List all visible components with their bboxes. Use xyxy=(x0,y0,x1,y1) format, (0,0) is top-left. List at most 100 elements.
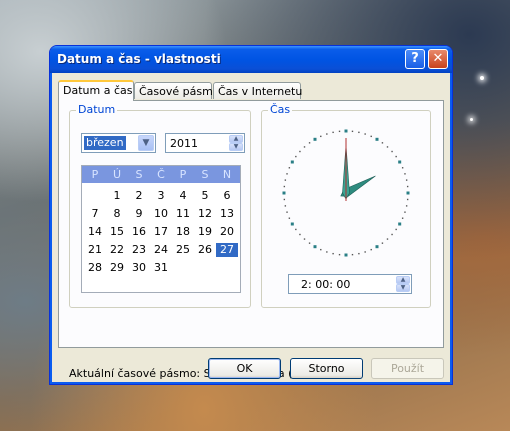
calendar-day[interactable]: 13 xyxy=(216,207,238,221)
clock-minute-mark xyxy=(401,167,404,169)
tab-internet-time[interactable]: Čas v Internetu xyxy=(213,82,302,99)
clock-minute-mark xyxy=(284,179,287,181)
clock-minute-mark xyxy=(386,238,389,240)
year-down-icon[interactable]: ▼ xyxy=(229,143,243,151)
close-button[interactable]: ✕ xyxy=(428,49,448,69)
clock-hour-mark xyxy=(290,222,294,226)
clock-minute-mark xyxy=(332,252,334,255)
clock-minute-mark xyxy=(401,217,404,219)
clock-minute-mark xyxy=(364,251,366,253)
weekday-header: S xyxy=(201,168,209,181)
clock-minute-mark xyxy=(386,146,389,148)
calendar-day[interactable]: 10 xyxy=(150,207,172,221)
clock-minute-mark xyxy=(288,217,291,219)
calendar-day[interactable]: 17 xyxy=(150,225,172,239)
calendar-day[interactable]: 11 xyxy=(172,207,194,221)
calendar-day[interactable]: 4 xyxy=(172,189,194,203)
calendar-day[interactable]: 22 xyxy=(106,243,128,257)
calendar-day[interactable]: 14 xyxy=(84,225,106,239)
clock-minute-mark xyxy=(338,253,341,256)
calendar-day[interactable]: 19 xyxy=(194,225,216,239)
clock-minute-mark xyxy=(326,133,328,135)
year-up-icon[interactable]: ▲ xyxy=(229,135,243,143)
time-stepper[interactable]: 2: 00: 00 ▲ ▼ xyxy=(288,274,412,294)
clock-minute-mark xyxy=(381,242,384,244)
close-icon: ✕ xyxy=(432,51,444,66)
time-down-icon[interactable]: ▼ xyxy=(396,284,410,292)
year-stepper[interactable]: 2011 ▲ ▼ xyxy=(165,133,245,153)
calendar-day[interactable]: 30 xyxy=(128,261,150,275)
clock-minute-mark xyxy=(299,150,301,153)
clock-hour-mark xyxy=(290,160,294,164)
clock-minute-mark xyxy=(299,233,301,236)
tab-panel-date-time: Datum březen ▼ 2011 ▲ ▼ PÚSČPSN 12345678… xyxy=(58,100,444,380)
clock-minute-mark xyxy=(351,253,354,256)
calendar-day[interactable]: 7 xyxy=(84,207,106,221)
calendar-day[interactable]: 18 xyxy=(172,225,194,239)
cancel-button[interactable]: Storno xyxy=(290,358,363,379)
clock-minute-mark xyxy=(295,155,297,158)
ok-button[interactable]: OK xyxy=(208,358,281,379)
clock-minute-mark xyxy=(406,185,409,188)
time-up-icon[interactable]: ▲ xyxy=(396,276,410,284)
clock-minute-mark xyxy=(370,248,372,251)
weekday-header: P xyxy=(179,168,187,181)
clock-hour-mark xyxy=(375,245,379,249)
date-time-properties-window: Datum a čas - vlastnosti ? ✕ Datum a čas… xyxy=(49,45,453,385)
time-group: Čas 2: 00: 00 ▲ ▼ xyxy=(261,103,431,308)
clock-minute-mark xyxy=(286,211,288,213)
calendar-day[interactable]: 21 xyxy=(84,243,106,257)
clock-minute-mark xyxy=(320,248,322,251)
clock-minute-mark xyxy=(284,205,287,207)
help-button[interactable]: ? xyxy=(405,49,425,69)
clock-minute-mark xyxy=(338,130,341,133)
clock-minute-mark xyxy=(303,238,306,240)
calendar-day[interactable]: 12 xyxy=(194,207,216,221)
clock-minute-mark xyxy=(308,142,311,144)
calendar-day[interactable]: 6 xyxy=(216,189,238,203)
clock-minute-mark xyxy=(391,150,393,153)
clock-minute-mark xyxy=(332,131,334,134)
calendar-day[interactable]: 26 xyxy=(194,243,216,257)
date-group: Datum březen ▼ 2011 ▲ ▼ PÚSČPSN 12345678… xyxy=(69,103,251,308)
weekday-header: Ú xyxy=(112,168,122,181)
calendar-day[interactable]: 3 xyxy=(150,189,172,203)
clock-minute-mark xyxy=(283,185,286,188)
month-select[interactable]: březen ▼ xyxy=(81,133,156,153)
analog-clock xyxy=(282,129,410,257)
calendar-day[interactable]: 31 xyxy=(150,261,172,275)
calendar-day[interactable]: 28 xyxy=(84,261,106,275)
year-value: 2011 xyxy=(170,137,198,150)
apply-button[interactable]: Použít xyxy=(371,358,444,379)
calendar-day[interactable]: 24 xyxy=(150,243,172,257)
clock-hour-mark xyxy=(344,129,348,133)
clock-minute-mark xyxy=(395,155,397,158)
calendar-day[interactable]: 16 xyxy=(128,225,150,239)
calendar-day[interactable]: 15 xyxy=(106,225,128,239)
clock-minute-mark xyxy=(405,205,408,207)
calendar-day[interactable]: 25 xyxy=(172,243,194,257)
clock-minute-mark xyxy=(303,146,306,148)
chevron-down-icon[interactable]: ▼ xyxy=(138,135,154,151)
tab-time-zone[interactable]: Časové pásmo xyxy=(134,82,220,99)
clock-minute-mark xyxy=(283,198,286,201)
title-bar[interactable]: Datum a čas - vlastnosti ? ✕ xyxy=(50,46,452,73)
calendar-day[interactable]: 2 xyxy=(128,189,150,203)
calendar-day[interactable]: 1 xyxy=(106,189,128,203)
calendar-day[interactable]: 5 xyxy=(194,189,216,203)
calendar-day[interactable]: 29 xyxy=(106,261,128,275)
date-group-label: Datum xyxy=(76,103,118,116)
clock-hour-mark xyxy=(398,160,402,164)
clock-minute-mark xyxy=(326,251,328,253)
calendar-day[interactable]: 8 xyxy=(106,207,128,221)
calendar-day[interactable]: 20 xyxy=(216,225,238,239)
clock-hour-mark xyxy=(313,245,317,249)
tab-date-time[interactable]: Datum a čas xyxy=(58,80,134,101)
calendar-day[interactable]: 23 xyxy=(128,243,150,257)
clock-minute-mark xyxy=(288,167,291,169)
calendar-day[interactable]: 27 xyxy=(216,243,238,257)
clock-minute-mark xyxy=(370,135,372,138)
calendar-day[interactable]: 9 xyxy=(128,207,150,221)
month-value: březen xyxy=(84,136,126,150)
calendar-grid: PÚSČPSN 1 2 3 4 5 6 7 8 9 10 11 12 13 14 15 16 17 18 19 20 2… xyxy=(81,165,241,293)
